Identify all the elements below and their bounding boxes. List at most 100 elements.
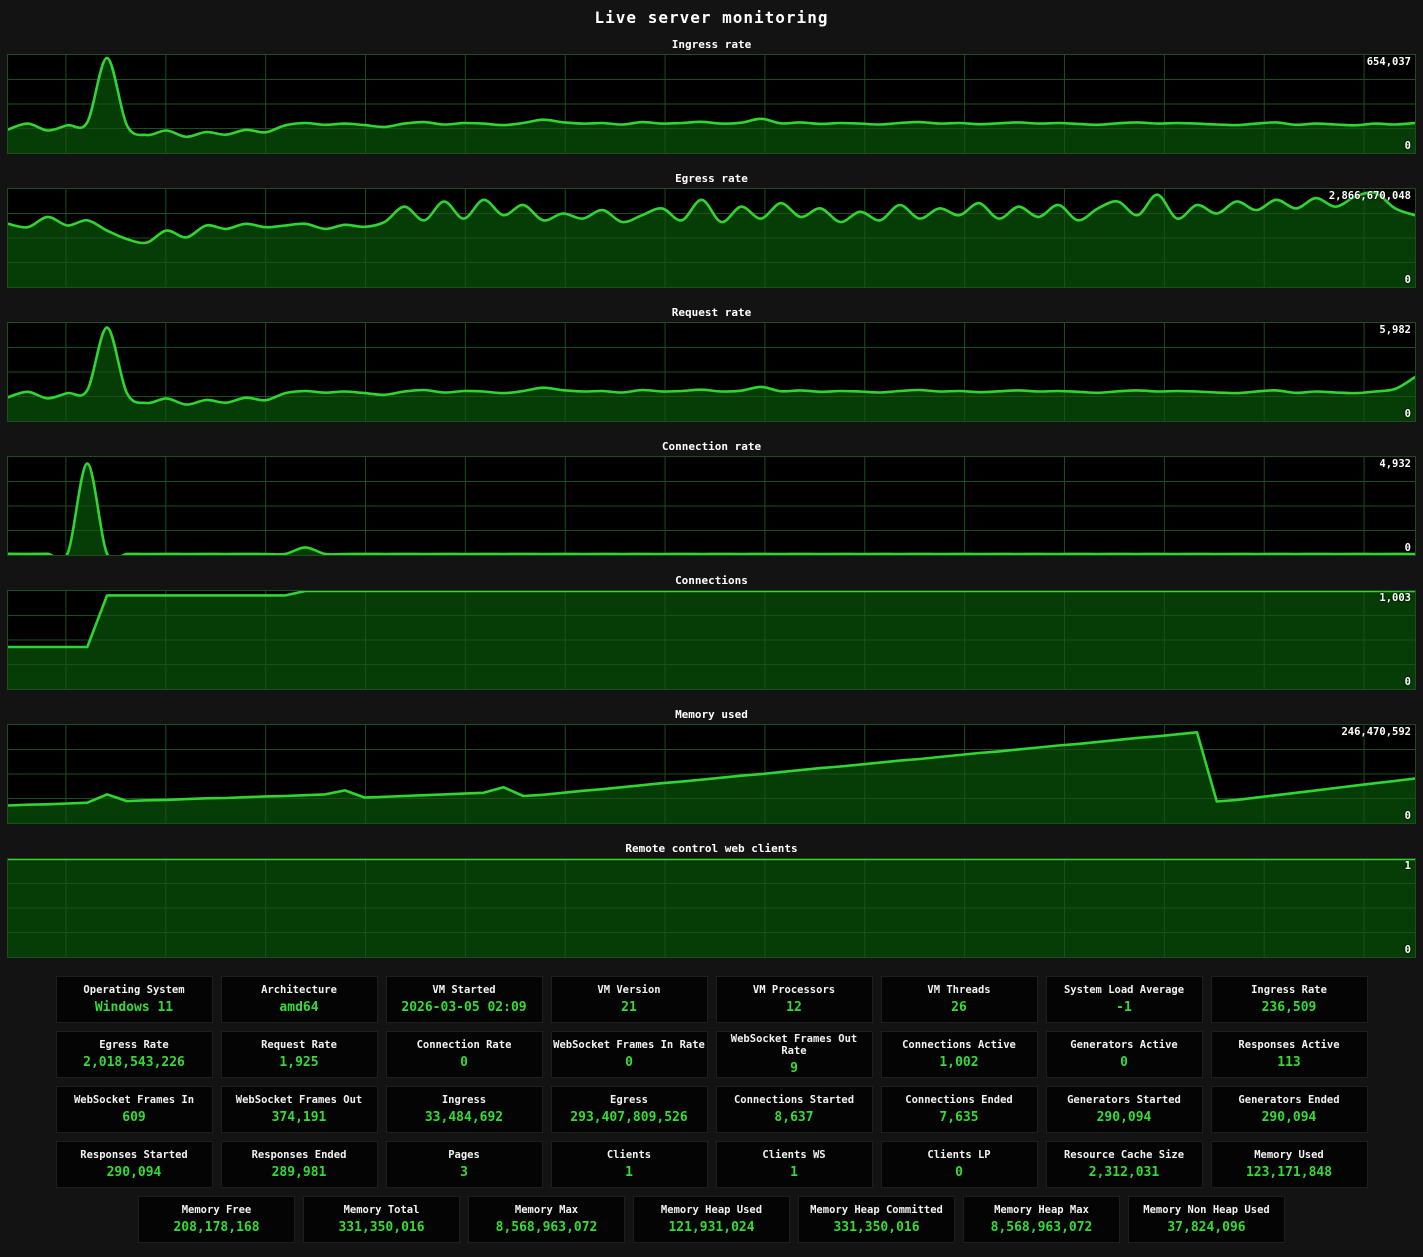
stat-label: Memory Max — [469, 1204, 624, 1216]
stat-label: Egress — [552, 1094, 707, 1106]
y-axis-max-label: 2,866,670,048 — [1329, 191, 1411, 202]
stat-value: 3 — [387, 1165, 542, 1180]
chart-plot: 246,470,592 0 — [7, 724, 1416, 824]
stat-label: Memory Heap Used — [634, 1204, 789, 1216]
stat-card-architecture: Architecture amd64 — [221, 976, 378, 1023]
stat-value: 123,171,848 — [1212, 1165, 1367, 1180]
stat-card-generators-started: Generators Started 290,094 — [1046, 1086, 1203, 1133]
stat-label: Responses Ended — [222, 1149, 377, 1161]
stat-card-websocket-frames-out: WebSocket Frames Out 374,191 — [221, 1086, 378, 1133]
stat-value: 236,509 — [1212, 1000, 1367, 1015]
stat-label: Responses Active — [1212, 1039, 1367, 1051]
stat-card-responses-started: Responses Started290,094 — [56, 1141, 213, 1188]
stat-label: Connections Ended — [882, 1094, 1037, 1106]
stat-label: WebSocket Frames In — [57, 1094, 212, 1106]
stat-label: Generators Started — [1047, 1094, 1202, 1106]
stat-card-memory-used: Memory Used123,171,848 — [1211, 1141, 1368, 1188]
chart-canvas — [8, 189, 1415, 287]
stat-value: 121,931,024 — [634, 1220, 789, 1235]
chart-title: Egress rate — [7, 172, 1416, 188]
stat-label: Operating System — [57, 984, 212, 996]
chart-plot: 1,003 0 — [7, 590, 1416, 690]
y-axis-max-label: 5,982 — [1379, 325, 1411, 336]
chart-canvas — [8, 725, 1415, 823]
stat-value: 33,484,692 — [387, 1110, 542, 1125]
chart-canvas — [8, 859, 1415, 957]
chart-plot: 654,037 0 — [7, 54, 1416, 154]
y-axis-min-label: 0 — [1405, 677, 1411, 688]
stat-label: Clients LP — [882, 1149, 1037, 1161]
stat-card-memory-free: Memory Free208,178,168 — [138, 1196, 295, 1243]
stat-value: amd64 — [222, 1000, 377, 1015]
stats-row: WebSocket Frames In609WebSocket Frames O… — [0, 1086, 1423, 1133]
stat-card-responses-ended: Responses Ended 289,981 — [221, 1141, 378, 1188]
stat-card-websocket-frames-in-rate: WebSocket Frames In Rate 0 — [551, 1031, 708, 1078]
stat-value: 290,094 — [1047, 1110, 1202, 1125]
stat-card-vm-processors: VM Processors 12 — [716, 976, 873, 1023]
stat-value: 1 — [552, 1165, 707, 1180]
chart-request-rate: Request rate 5,982 0 — [7, 306, 1416, 422]
stat-label: Ingress Rate — [1212, 984, 1367, 996]
stat-card-request-rate: Request Rate 1,925 — [221, 1031, 378, 1078]
stat-value: 2026-03-05 02:09 — [387, 1000, 542, 1015]
stat-value: 289,981 — [222, 1165, 377, 1180]
stat-card-memory-heap-committed: Memory Heap Committed331,350,016 — [798, 1196, 955, 1243]
stat-label: VM Processors — [717, 984, 872, 996]
stat-value: 0 — [1047, 1055, 1202, 1070]
stat-card-memory-max: Memory Max8,568,963,072 — [468, 1196, 625, 1243]
stat-value: 1,925 — [222, 1055, 377, 1070]
stat-label: Ingress — [387, 1094, 542, 1106]
y-axis-min-label: 0 — [1405, 811, 1411, 822]
stat-value: 290,094 — [1212, 1110, 1367, 1125]
stat-label: Connections Started — [717, 1094, 872, 1106]
chart-title: Memory used — [7, 708, 1416, 724]
stat-label: Connections Active — [882, 1039, 1037, 1051]
stat-label: WebSocket Frames Out — [222, 1094, 377, 1106]
stat-card-connection-rate: Connection Rate0 — [386, 1031, 543, 1078]
stat-value: 208,178,168 — [139, 1220, 294, 1235]
chart-title: Remote control web clients — [7, 842, 1416, 858]
stats-row: Egress Rate2,018,543,226 Request Rate 1,92… — [0, 1031, 1423, 1078]
stat-label: System Load Average — [1047, 984, 1202, 996]
stat-card-websocket-frames-in: WebSocket Frames In609 — [56, 1086, 213, 1133]
stat-card-system-load-average: System Load Average-1 — [1046, 976, 1203, 1023]
chart-ingress-rate: Ingress rate 654,037 0 — [7, 38, 1416, 154]
stat-label: WebSocket Frames In Rate — [552, 1039, 707, 1051]
stat-label: WebSocket Frames Out Rate — [717, 1033, 872, 1057]
stat-card-resource-cache-size: Resource Cache Size2,312,031 — [1046, 1141, 1203, 1188]
stat-label: Clients WS — [717, 1149, 872, 1161]
chart-remote-control-web-clients: Remote control web clients 1 0 — [7, 842, 1416, 958]
chart-plot: 4,932 0 — [7, 456, 1416, 556]
chart-memory-used: Memory used 246,470,592 0 — [7, 708, 1416, 824]
stat-value: 8,637 — [717, 1110, 872, 1125]
stat-card-operating-system: Operating SystemWindows 11 — [56, 976, 213, 1023]
y-axis-max-label: 246,470,592 — [1341, 727, 1411, 738]
stats-row: Operating SystemWindows 11 Architecture am… — [0, 976, 1423, 1023]
stat-card-connections-active: Connections Active1,002 — [881, 1031, 1038, 1078]
stat-value: 7,635 — [882, 1110, 1037, 1125]
stat-card-egress-rate: Egress Rate2,018,543,226 — [56, 1031, 213, 1078]
stat-label: Request Rate — [222, 1039, 377, 1051]
y-axis-max-label: 1,003 — [1379, 593, 1411, 604]
stat-value: 12 — [717, 1000, 872, 1015]
stat-value: 26 — [882, 1000, 1037, 1015]
stat-label: Memory Heap Max — [964, 1204, 1119, 1216]
stat-label: Generators Ended — [1212, 1094, 1367, 1106]
stat-label: Resource Cache Size — [1047, 1149, 1202, 1161]
stat-card-clients-lp: Clients LP 0 — [881, 1141, 1038, 1188]
stat-card-egress: Egress 293,407,809,526 — [551, 1086, 708, 1133]
stat-value: 0 — [882, 1165, 1037, 1180]
stat-card-ingress-rate: Ingress Rate 236,509 — [1211, 976, 1368, 1023]
stat-card-memory-heap-used: Memory Heap Used 121,931,024 — [633, 1196, 790, 1243]
stat-card-clients: Clients1 — [551, 1141, 708, 1188]
stat-value: 293,407,809,526 — [552, 1110, 707, 1125]
stat-card-ingress: Ingress 33,484,692 — [386, 1086, 543, 1133]
stat-card-connections-started: Connections Started 8,637 — [716, 1086, 873, 1133]
stat-card-vm-version: VM Version21 — [551, 976, 708, 1023]
chart-title: Request rate — [7, 306, 1416, 322]
chart-plot: 2,866,670,048 0 — [7, 188, 1416, 288]
stat-label: Architecture — [222, 984, 377, 996]
chart-canvas — [8, 457, 1415, 555]
stat-value: 0 — [552, 1055, 707, 1070]
stat-value: 374,191 — [222, 1110, 377, 1125]
